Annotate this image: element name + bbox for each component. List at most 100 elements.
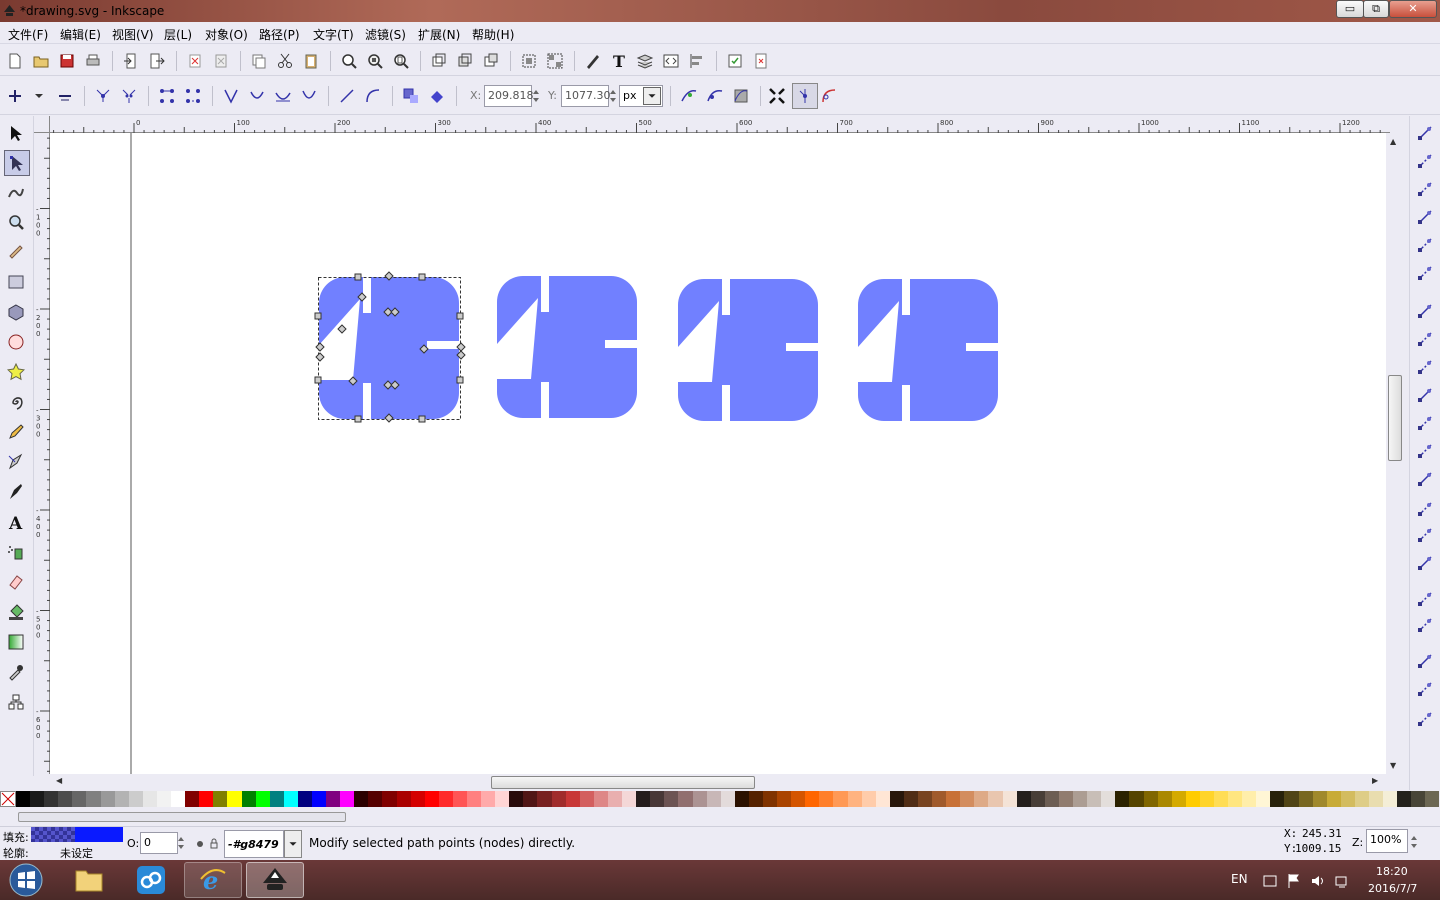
- opacity-spinner-icon[interactable]: [176, 834, 186, 852]
- palette-scroll-thumb[interactable]: [18, 812, 346, 822]
- measure-tool-icon[interactable]: [7, 243, 25, 261]
- taskbar-explorer[interactable]: [60, 862, 118, 898]
- layers-icon[interactable]: [636, 52, 654, 70]
- no-paint-swatch[interactable]: [0, 791, 16, 807]
- scroll-right-icon[interactable]: ▶: [1372, 776, 1378, 785]
- palette-swatch[interactable]: [241, 791, 256, 807]
- palette-swatch[interactable]: [889, 791, 904, 807]
- text-tool-icon[interactable]: A: [7, 513, 25, 531]
- layer-selector[interactable]: -#g8479: [224, 830, 284, 858]
- menu-extensions[interactable]: 扩展(N): [418, 26, 460, 43]
- palette-swatch[interactable]: [1213, 791, 1229, 807]
- menu-file[interactable]: 文件(F): [8, 26, 48, 43]
- paste-icon[interactable]: [302, 52, 320, 70]
- color-palette[interactable]: [0, 791, 1440, 807]
- horizontal-scroll-thumb[interactable]: [491, 776, 755, 789]
- palette-swatch[interactable]: [903, 791, 918, 807]
- vertical-scrollbar[interactable]: ▲ ▼: [1386, 133, 1404, 774]
- palette-swatch[interactable]: [734, 791, 749, 807]
- spiral-tool-icon[interactable]: [7, 393, 25, 411]
- palette-swatch[interactable]: [1369, 791, 1384, 807]
- palette-swatch[interactable]: [762, 791, 778, 807]
- dropper-tool-icon[interactable]: [7, 663, 25, 681]
- y-coordinate-input[interactable]: 1077.30: [561, 85, 611, 107]
- vertical-scroll-thumb[interactable]: [1388, 375, 1402, 461]
- palette-swatch[interactable]: [58, 791, 73, 807]
- palette-swatch[interactable]: [748, 791, 763, 807]
- menu-help[interactable]: 帮助(H): [472, 26, 514, 43]
- volume-icon[interactable]: [1309, 872, 1327, 890]
- palette-swatch[interactable]: [692, 791, 707, 807]
- palette-swatch[interactable]: [1171, 791, 1186, 807]
- snap-tangential-icon[interactable]: [1416, 710, 1434, 728]
- opacity-input[interactable]: 0: [140, 832, 178, 854]
- menu-layer[interactable]: 层(L): [164, 26, 192, 43]
- palette-swatch[interactable]: [946, 791, 961, 807]
- snap-line-midpoints-icon[interactable]: [1416, 442, 1434, 460]
- palette-swatch[interactable]: [255, 791, 270, 807]
- palette-scrollbar[interactable]: [0, 808, 1440, 826]
- snap-perpendicular-icon[interactable]: [1416, 680, 1434, 698]
- palette-swatch[interactable]: [16, 791, 31, 807]
- palette-swatch[interactable]: [1185, 791, 1200, 807]
- 3d-box-tool-icon[interactable]: [7, 303, 25, 321]
- palette-swatch[interactable]: [156, 791, 172, 807]
- transform-handles-icon[interactable]: [768, 87, 786, 105]
- palette-swatch[interactable]: [509, 791, 524, 807]
- palette-swatch[interactable]: [1326, 791, 1341, 807]
- auto-smooth-node-icon[interactable]: [300, 87, 318, 105]
- fill-stroke-icon[interactable]: [584, 52, 602, 70]
- connector-tool-icon[interactable]: [7, 693, 25, 711]
- palette-swatch[interactable]: [918, 791, 933, 807]
- pencil-tool-icon[interactable]: [7, 423, 25, 441]
- import-icon[interactable]: [122, 52, 140, 70]
- palette-swatch[interactable]: [354, 791, 369, 807]
- snap-nodes-icon[interactable]: [1416, 302, 1434, 320]
- palette-swatch[interactable]: [805, 791, 820, 807]
- palette-swatch[interactable]: [128, 791, 143, 807]
- palette-swatch[interactable]: [607, 791, 623, 807]
- palette-swatch[interactable]: [326, 791, 341, 807]
- palette-swatch[interactable]: [142, 791, 157, 807]
- fill-swatch[interactable]: [31, 827, 123, 842]
- undo-icon[interactable]: [186, 52, 204, 70]
- export-icon[interactable]: [148, 52, 166, 70]
- tray-app-icon[interactable]: [1261, 872, 1279, 890]
- print-icon[interactable]: [84, 52, 102, 70]
- show-mask-icon[interactable]: [732, 87, 750, 105]
- show-clipping-path-icon[interactable]: [706, 87, 724, 105]
- palette-swatch[interactable]: [1115, 791, 1130, 807]
- palette-swatch[interactable]: [382, 791, 397, 807]
- snap-page-border-icon[interactable]: [1416, 590, 1434, 608]
- snap-others-icon[interactable]: [1416, 470, 1434, 488]
- snap-bbox-midpoints-icon[interactable]: [1416, 236, 1434, 254]
- palette-swatch[interactable]: [410, 791, 425, 807]
- duplicate-icon[interactable]: [430, 52, 448, 70]
- group-icon[interactable]: [520, 52, 538, 70]
- zoom-page-icon[interactable]: [392, 52, 410, 70]
- palette-swatch[interactable]: [932, 791, 947, 807]
- x-coordinate-input[interactable]: 209.818: [484, 85, 534, 107]
- insert-node-icon[interactable]: [6, 87, 24, 105]
- palette-swatch[interactable]: [960, 791, 975, 807]
- selector-tool-icon[interactable]: [7, 124, 25, 142]
- palette-swatch[interactable]: [875, 791, 890, 807]
- stroke-to-path-icon[interactable]: [428, 87, 446, 105]
- zoom-tool-icon[interactable]: [7, 213, 25, 231]
- palette-swatch[interactable]: [30, 791, 45, 807]
- calligraphy-tool-icon[interactable]: [7, 483, 25, 501]
- join-segment-icon[interactable]: [158, 87, 176, 105]
- palette-swatch[interactable]: [185, 791, 200, 807]
- language-indicator[interactable]: EN: [1231, 872, 1248, 886]
- palette-swatch[interactable]: [1058, 791, 1074, 807]
- palette-swatch[interactable]: [1397, 791, 1412, 807]
- preferences-icon[interactable]: [726, 52, 744, 70]
- palette-swatch[interactable]: [1270, 791, 1285, 807]
- palette-swatch[interactable]: [495, 791, 510, 807]
- shape-1-selected[interactable]: [319, 277, 459, 419]
- palette-swatch[interactable]: [1044, 791, 1059, 807]
- snap-grid-icon[interactable]: [1416, 616, 1434, 634]
- menu-text[interactable]: 文字(T): [313, 26, 354, 43]
- palette-swatch[interactable]: [706, 791, 721, 807]
- break-path-icon[interactable]: [120, 87, 138, 105]
